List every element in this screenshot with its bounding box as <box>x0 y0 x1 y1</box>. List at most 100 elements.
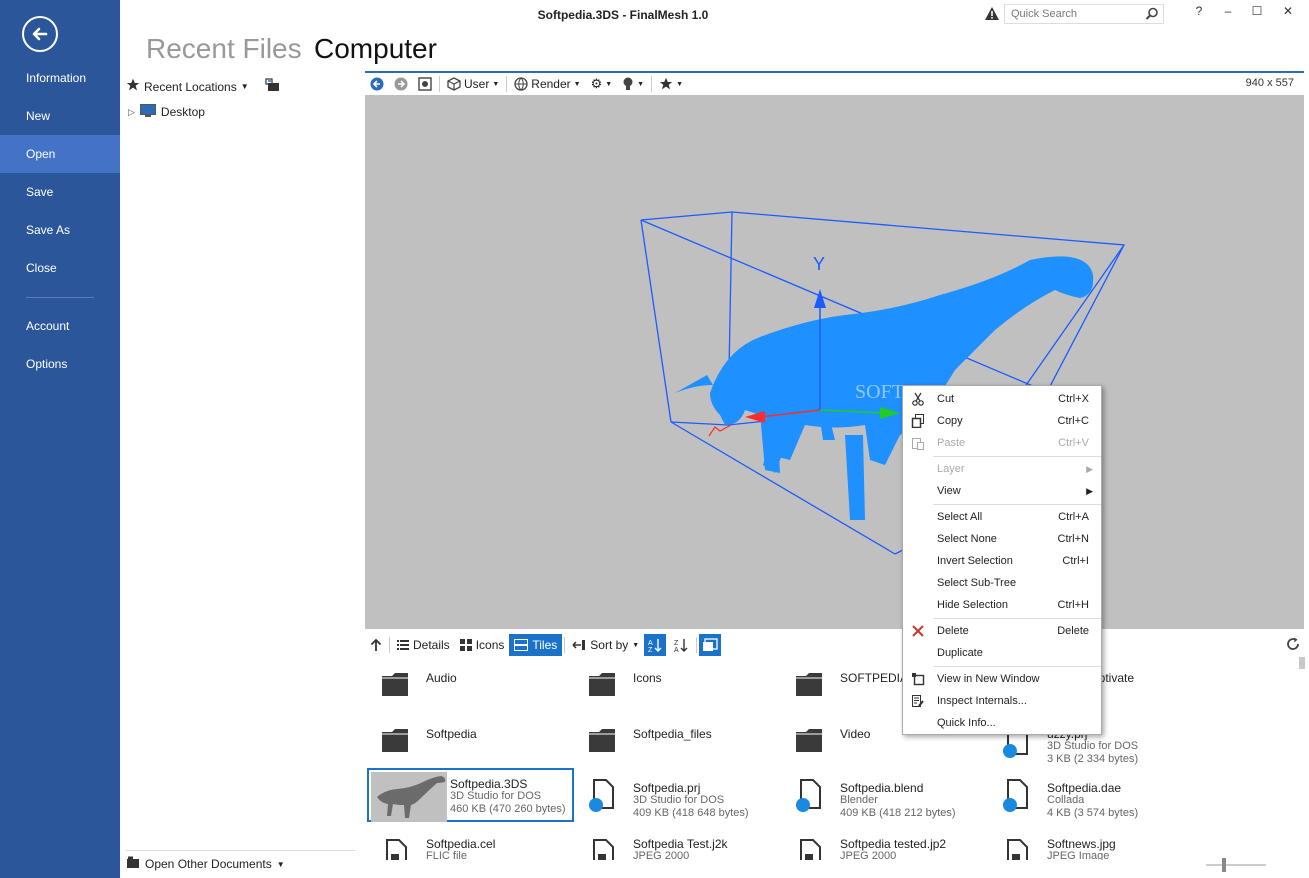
camera-user-dropdown[interactable]: User ▼ <box>442 73 504 95</box>
file-tile[interactable]: Softpedia.blend Blender 409 KB (418 212 … <box>781 770 988 824</box>
close-window-button[interactable]: ✕ <box>1278 4 1298 22</box>
menu-item-quick-info[interactable]: Quick Info... <box>903 712 1101 734</box>
nav-item-new[interactable]: New <box>0 97 120 135</box>
menu-item-hide-selection[interactable]: Hide Selection Ctrl+H <box>903 594 1101 616</box>
settings-dropdown[interactable]: ⚙ ▼ <box>586 73 618 95</box>
menu-item-view[interactable]: View ▶ <box>903 480 1101 502</box>
view-tiles-button[interactable]: Tiles <box>509 634 563 656</box>
fit-view-button[interactable] <box>413 73 437 95</box>
file-tile[interactable]: Softpedia_files <box>574 716 781 770</box>
menu-item-select-subtree[interactable]: Select Sub-Tree <box>903 572 1101 594</box>
menu-divider <box>933 504 1101 505</box>
file-tile[interactable]: Softpedia <box>367 716 574 770</box>
nav-item-information[interactable]: Information <box>0 59 120 97</box>
file-tile[interactable]: Softpedia Test.j2k JPEG 2000 <box>574 826 781 860</box>
paste-icon <box>910 435 926 451</box>
arrow-up-icon <box>370 638 382 651</box>
sort-descending-button[interactable]: ZA <box>668 634 694 656</box>
preview-pane-button[interactable] <box>699 634 722 656</box>
file-tile[interactable]: Softpedia.prj 3D Studio for DOS 409 KB (… <box>574 770 781 824</box>
browse-folder-icon[interactable] <box>265 78 281 95</box>
nav-item-save[interactable]: Save <box>0 173 120 211</box>
menu-item-label: Delete <box>937 625 969 637</box>
back-arrow-icon[interactable] <box>22 16 58 52</box>
menu-item-label: Inspect Internals... <box>937 695 1027 707</box>
file-type: Collada <box>1047 794 1085 806</box>
file-type: JPEG Image <box>1047 850 1110 860</box>
menu-item-label: View <box>937 485 961 497</box>
menu-item-cut[interactable]: Cut Ctrl+X <box>903 388 1101 410</box>
sort-ascending-button[interactable]: AZ <box>644 634 667 656</box>
file-tile[interactable]: Icons <box>574 660 781 714</box>
file-tile[interactable]: Audio <box>367 660 574 714</box>
expand-arrow-icon[interactable]: ▷ <box>128 107 135 118</box>
file-tile[interactable]: Softpedia.cel FLIC file <box>367 826 574 860</box>
render-dropdown[interactable]: Render ▼ <box>509 73 585 95</box>
image-file-icon <box>800 839 821 860</box>
menu-divider <box>933 618 1101 619</box>
minimize-button[interactable]: – <box>1218 4 1238 22</box>
file-tile[interactable]: Softpedia tested.jp2 JPEG 2000 <box>781 826 988 860</box>
menu-item-select-all[interactable]: Select All Ctrl+A <box>903 506 1101 528</box>
tile-size-slider[interactable] <box>1206 864 1266 866</box>
maximize-button[interactable]: ☐ <box>1247 4 1267 22</box>
tree-item-desktop[interactable]: ▷ Desktop <box>128 104 205 120</box>
lights-dropdown[interactable]: ▼ <box>617 73 649 95</box>
menu-item-paste[interactable]: Paste Ctrl+V <box>903 432 1101 454</box>
menu-item-invert-selection[interactable]: Invert Selection Ctrl+I <box>903 550 1101 572</box>
menu-item-view-new-window[interactable]: View in New Window <box>903 668 1101 690</box>
menu-item-label: Cut <box>937 393 955 405</box>
file-name: Softpedia.prj <box>633 781 701 795</box>
title-bar: Softpedia.3DS - FinalMesh 1.0 Quick Sear… <box>120 0 1309 30</box>
warning-icon[interactable] <box>984 6 1000 25</box>
menu-shortcut: Ctrl+V <box>1058 437 1089 449</box>
nav-back-button[interactable] <box>365 73 389 95</box>
3d-viewport[interactable]: Y SOFTPEDIA <box>365 95 1304 629</box>
file-tile[interactable]: Softnews.jpg JPEG Image <box>988 826 1195 860</box>
view-icons-button[interactable]: Icons <box>455 634 510 656</box>
menu-item-copy[interactable]: Copy Ctrl+C <box>903 410 1101 432</box>
tab-computer[interactable]: Computer <box>314 33 437 65</box>
tree-item-label: Desktop <box>160 105 205 119</box>
file-type: 3D Studio for DOS <box>1047 740 1139 752</box>
nav-item-close[interactable]: Close <box>0 249 120 287</box>
nav-item-save-as[interactable]: Save As <box>0 211 120 249</box>
nav-item-options[interactable]: Options <box>0 345 120 383</box>
nav-forward-button[interactable] <box>389 73 413 95</box>
menu-divider <box>933 456 1101 457</box>
menu-item-inspect-internals[interactable]: Inspect Internals... <box>903 690 1101 712</box>
nav-item-open[interactable]: Open <box>0 135 120 173</box>
file-tile[interactable]: Softpedia.dae Collada 4 KB (3 574 bytes) <box>988 770 1195 824</box>
menu-item-select-none[interactable]: Select None Ctrl+N <box>903 528 1101 550</box>
sort-by-label: Sort by <box>590 638 629 652</box>
file-size: 4 KB (3 574 bytes) <box>1047 807 1139 819</box>
3d-file-icon <box>1003 779 1028 812</box>
image-file-icon <box>386 839 407 860</box>
open-other-documents-button[interactable]: Open Other Documents ▼ <box>126 856 285 872</box>
tile-size-slider-thumb[interactable] <box>1222 858 1226 872</box>
menu-item-label: Select All <box>937 511 983 523</box>
refresh-icon[interactable] <box>1286 637 1300 654</box>
menu-item-label: Copy <box>937 415 963 427</box>
recent-locations-label: Recent Locations <box>144 79 237 94</box>
sort-by-dropdown[interactable]: Sort by ▼ <box>567 634 644 656</box>
menu-shortcut: Ctrl+A <box>1058 511 1089 523</box>
file-list-scrollbar[interactable] <box>1299 657 1305 669</box>
tab-recent-files[interactable]: Recent Files <box>146 33 302 65</box>
delete-x-icon <box>910 623 926 639</box>
nav-item-account[interactable]: Account <box>0 307 120 345</box>
file-size: 409 KB (418 212 bytes) <box>840 807 956 819</box>
menu-item-layer[interactable]: Layer ▶ <box>903 458 1101 480</box>
recent-locations-dropdown[interactable]: Recent Locations ▼ <box>126 78 281 95</box>
view-details-button[interactable]: Details <box>392 634 455 656</box>
menu-item-label: Paste <box>937 437 966 449</box>
up-folder-button[interactable] <box>365 634 387 656</box>
menu-item-delete[interactable]: Delete Delete <box>903 620 1101 642</box>
favorites-dropdown[interactable]: ▼ <box>654 73 688 95</box>
search-icon[interactable] <box>1145 7 1159 24</box>
toolbar-divider <box>564 637 566 653</box>
file-tile-selected[interactable]: Softpedia.3DS 3D Studio for DOS 460 KB (… <box>367 768 574 822</box>
quick-search-input[interactable]: Quick Search <box>1004 4 1164 24</box>
menu-item-duplicate[interactable]: Duplicate <box>903 642 1101 664</box>
help-button[interactable]: ? <box>1189 4 1209 22</box>
